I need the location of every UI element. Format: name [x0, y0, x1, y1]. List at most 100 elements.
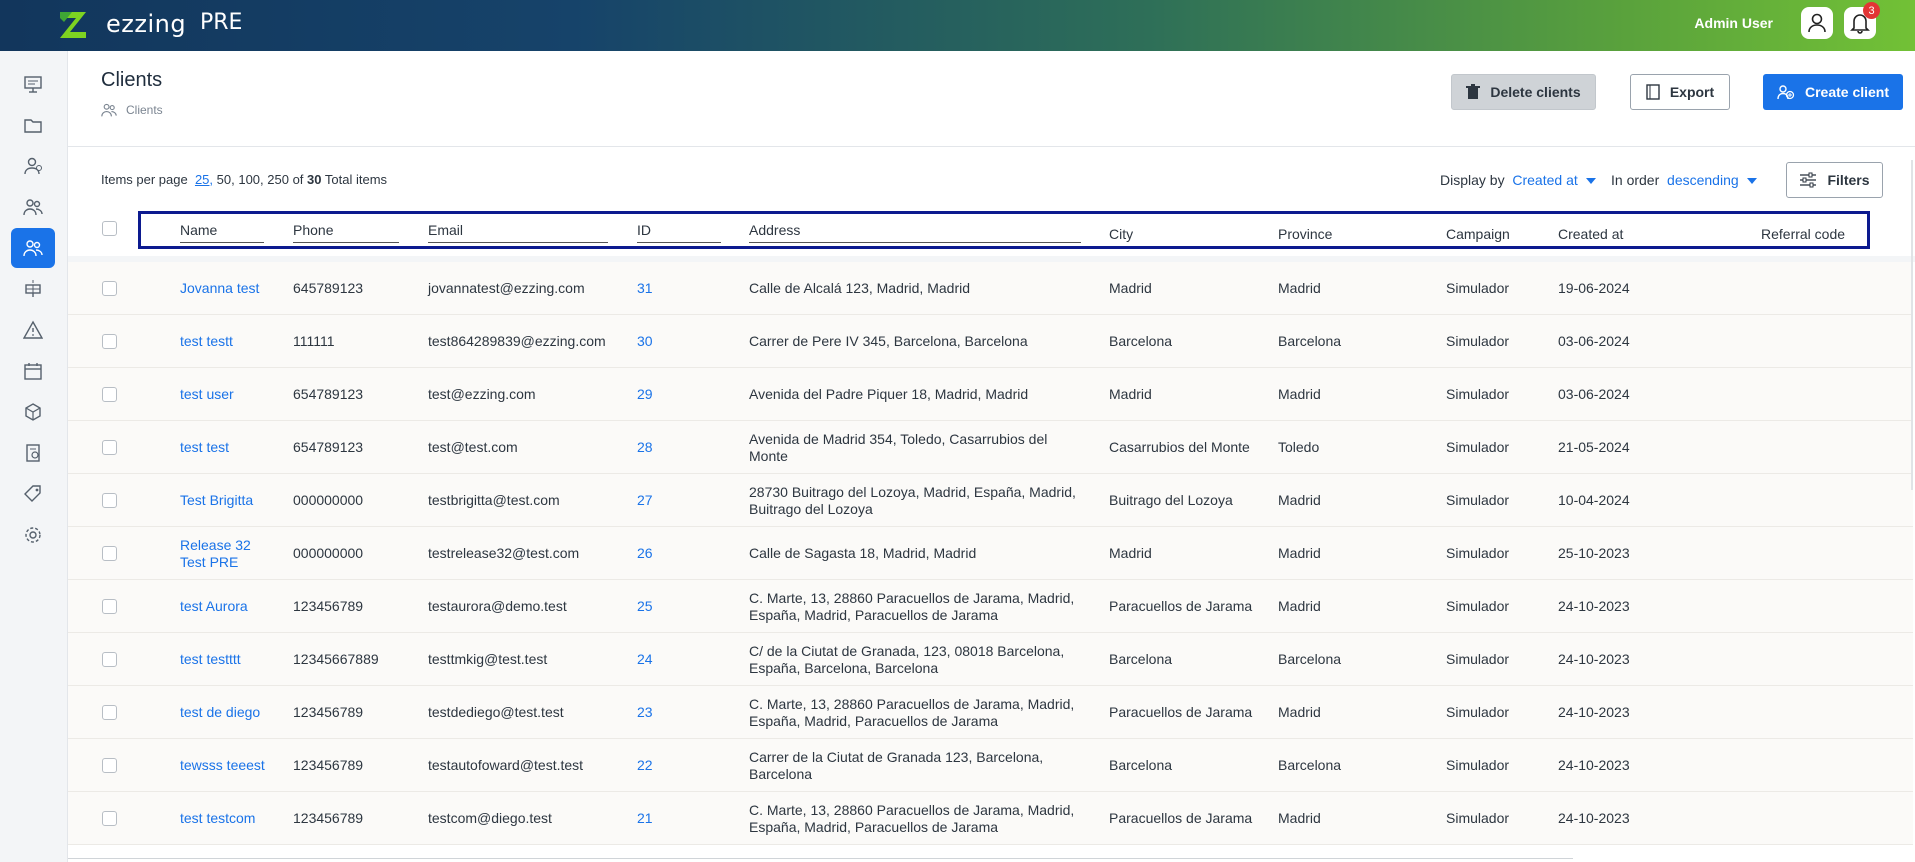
client-name-link[interactable]: Release 32 Test PRE: [180, 527, 276, 580]
table-row[interactable]: Release 32 Test PRE 000000000 testrelease3…: [68, 527, 1913, 580]
table-row[interactable]: test testt 111111 test864289839@ezzing.com…: [68, 315, 1913, 368]
client-province: Madrid: [1278, 810, 1321, 826]
export-button[interactable]: Export: [1630, 74, 1730, 110]
display-by-select[interactable]: Created at: [1512, 172, 1577, 188]
table-row[interactable]: test user 654789123 test@ezzing.com 29 Aveni…: [68, 368, 1913, 421]
client-city: Barcelona: [1109, 333, 1173, 349]
create-client-button[interactable]: Create client: [1763, 74, 1903, 110]
warning-icon: [23, 320, 43, 339]
row-checkbox[interactable]: [102, 811, 117, 826]
client-name-link[interactable]: test de diego: [180, 686, 276, 739]
client-id-link[interactable]: 26: [637, 527, 697, 580]
sidebar-item-solar[interactable]: [11, 269, 55, 309]
ezzing-logo-icon[interactable]: [56, 8, 90, 42]
client-address: Avenida del Padre Piquer 18, Madrid, Mad…: [749, 386, 1029, 402]
client-id-link[interactable]: 24: [637, 633, 697, 686]
client-name-link[interactable]: test Aurora: [180, 580, 276, 633]
chevron-down-icon[interactable]: [1746, 178, 1757, 185]
table-row[interactable]: test test 654789123 test@test.com 28 Avenida…: [68, 421, 1913, 474]
row-checkbox[interactable]: [102, 440, 117, 455]
client-id-link[interactable]: 31: [637, 262, 697, 315]
sidebar-item-settings[interactable]: [11, 515, 55, 555]
row-checkbox[interactable]: [102, 652, 117, 667]
client-name-link[interactable]: Jovanna test: [180, 262, 276, 315]
client-created-at: 03-06-2024: [1558, 333, 1630, 349]
row-checkbox[interactable]: [102, 387, 117, 402]
user-name[interactable]: Admin User: [1694, 15, 1773, 31]
folder-icon: [24, 119, 42, 133]
table-row[interactable]: tewsss teeest 123456789 testautofoward@tes…: [68, 739, 1913, 792]
table-row[interactable]: test Aurora 123456789 testaurora@demo.test…: [68, 580, 1913, 633]
client-id-link[interactable]: 28: [637, 421, 697, 474]
table-row[interactable]: Jovanna test 645789123 jovannatest@ezzing.…: [68, 262, 1913, 315]
client-created-at: 24-10-2023: [1558, 810, 1630, 826]
client-campaign: Simulador: [1446, 280, 1510, 296]
client-id-link[interactable]: 29: [637, 368, 697, 421]
select-all-checkbox[interactable]: [102, 221, 117, 236]
sidebar-item-leads[interactable]: [11, 146, 55, 186]
brand-name: ezzing: [106, 10, 187, 38]
table-row[interactable]: Test Brigitta 000000000 testbrigitta@test.…: [68, 474, 1913, 527]
team-icon: [23, 199, 43, 216]
client-name-link[interactable]: test test: [180, 421, 276, 474]
column-header-name[interactable]: Name: [180, 222, 264, 243]
page-size-25[interactable]: 25,: [195, 172, 213, 187]
client-province: Barcelona: [1278, 651, 1342, 667]
filters-button[interactable]: Filters: [1786, 162, 1883, 198]
row-checkbox[interactable]: [102, 705, 117, 720]
delete-clients-button[interactable]: Delete clients: [1451, 74, 1596, 110]
sidebar-item-billing[interactable]: [11, 433, 55, 473]
client-id-link[interactable]: 23: [637, 686, 697, 739]
row-checkbox[interactable]: [102, 281, 117, 296]
client-name-link[interactable]: tewsss teeest: [180, 739, 276, 792]
page-size-options[interactable]: 50, 100, 250: [217, 172, 289, 187]
client-name-link[interactable]: test user: [180, 368, 276, 421]
order-label: In order: [1611, 172, 1660, 188]
table-row[interactable]: test testcom 123456789 testcom@diego.test 2…: [68, 792, 1913, 845]
row-checkbox[interactable]: [102, 546, 117, 561]
client-phone: 123456789: [293, 810, 364, 826]
sidebar-item-projects[interactable]: [11, 105, 55, 145]
sidebar-item-discounts[interactable]: [11, 474, 55, 514]
horizontal-scrollbar[interactable]: [68, 858, 1573, 862]
client-campaign: Simulador: [1446, 545, 1510, 561]
sidebar-item-products[interactable]: [11, 392, 55, 432]
client-created-at: 25-10-2023: [1558, 545, 1630, 561]
column-header-phone[interactable]: Phone: [293, 222, 399, 243]
column-header-email[interactable]: Email: [428, 222, 608, 243]
chevron-down-icon[interactable]: [1585, 178, 1596, 185]
calendar-icon: [24, 363, 42, 380]
table-row[interactable]: test de diego 123456789 testdediego@test.t…: [68, 686, 1913, 739]
breadcrumb[interactable]: Clients: [126, 103, 163, 117]
client-name-link[interactable]: test testttt: [180, 633, 276, 686]
order-select[interactable]: descending: [1667, 172, 1739, 188]
column-header-address[interactable]: Address: [749, 222, 1081, 243]
client-id-link[interactable]: 27: [637, 474, 697, 527]
client-name-link[interactable]: test testcom: [180, 792, 276, 845]
client-address: 28730 Buitrago del Lozoya, Madrid, Españ…: [749, 483, 1076, 517]
table-row[interactable]: test testttt 12345667889 testtmkig@test.te…: [68, 633, 1913, 686]
tag-icon: [24, 485, 41, 502]
display-by-label: Display by: [1440, 172, 1505, 188]
sidebar-item-calendar[interactable]: [11, 351, 55, 391]
client-id-link[interactable]: 22: [637, 739, 697, 792]
client-id-link[interactable]: 21: [637, 792, 697, 845]
row-checkbox[interactable]: [102, 599, 117, 614]
client-id-link[interactable]: 30: [637, 315, 697, 368]
sidebar-item-clients[interactable]: [11, 228, 55, 268]
row-checkbox[interactable]: [102, 493, 117, 508]
column-header-created-at: Created at: [1558, 226, 1624, 242]
row-checkbox[interactable]: [102, 758, 117, 773]
sidebar-item-dashboard[interactable]: [11, 64, 55, 104]
client-id-link[interactable]: 25: [637, 580, 697, 633]
sidebar-item-incidents[interactable]: [11, 310, 55, 350]
client-email: test@test.com: [428, 439, 518, 455]
user-profile-button[interactable]: [1801, 7, 1833, 39]
client-name-link[interactable]: Test Brigitta: [180, 474, 276, 527]
row-checkbox[interactable]: [102, 334, 117, 349]
client-name-link[interactable]: test testt: [180, 315, 276, 368]
vertical-scrollbar[interactable]: [1911, 160, 1913, 490]
client-email: testdediego@test.test: [428, 704, 564, 720]
column-header-id[interactable]: ID: [637, 222, 721, 243]
sidebar-item-team[interactable]: [11, 187, 55, 227]
